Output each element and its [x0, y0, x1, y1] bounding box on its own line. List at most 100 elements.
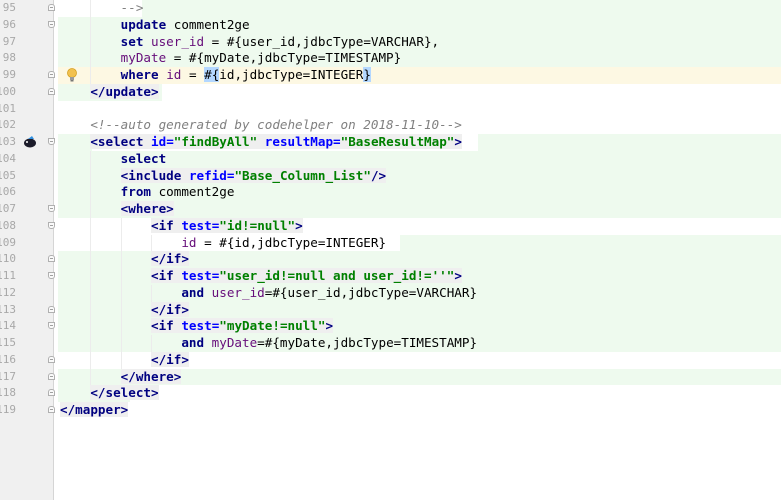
code-text: --> [60, 0, 144, 17]
code-token: } [363, 67, 371, 82]
code-token: id [181, 234, 197, 250]
line-number: 110 [0, 252, 16, 266]
code-token: > [454, 134, 462, 149]
code-text: <!--auto generated by codehelper on 2018… [60, 117, 462, 134]
code-line[interactable]: 103 <select id="findByAll" resultMap="Ba… [0, 134, 781, 151]
line-number: 117 [0, 369, 16, 383]
line-number: 105 [0, 168, 16, 182]
code-token: > [295, 217, 303, 233]
fold-marker-icon[interactable] [48, 20, 55, 28]
fold-marker-icon[interactable] [48, 372, 55, 380]
code-text: and user_id=#{user_id,jdbcType=VARCHAR} [60, 285, 477, 302]
code-text: </update> [60, 83, 159, 101]
code-line[interactable]: 96 update comment2ge [0, 16, 781, 34]
code-token: <if [151, 217, 174, 233]
code-line[interactable]: 107 <where> [0, 201, 781, 218]
fold-marker-icon[interactable] [48, 355, 55, 363]
code-token: comment2ge [166, 16, 250, 32]
code-token: comment2ge [151, 184, 235, 200]
code-token: <!--auto generated by codehelper on 2018… [90, 117, 462, 133]
fold-marker-icon[interactable] [48, 4, 55, 11]
code-line[interactable]: 106 from comment2ge [0, 184, 781, 201]
code-token: from [120, 184, 152, 200]
code-token: = #{id,jdbcType=INTEGER} [196, 234, 387, 250]
line-number: 119 [0, 403, 16, 416]
code-line[interactable]: 108 <if test="id!=null"> [0, 217, 781, 235]
fold-marker-icon[interactable] [48, 322, 55, 330]
fold-marker-icon[interactable] [48, 389, 55, 397]
fold-marker-icon[interactable] [48, 305, 55, 313]
line-number: 106 [0, 185, 16, 199]
changed-line-highlight [58, 150, 781, 168]
code-line[interactable]: 101 [0, 101, 781, 118]
code-line[interactable]: 118 </select> [0, 385, 781, 402]
code-line[interactable]: 104 select [0, 150, 781, 168]
code-line[interactable]: 109 id = #{id,jdbcType=INTEGER} [0, 234, 781, 252]
code-token: <select [90, 134, 144, 149]
code-line[interactable]: 115 and myDate=#{myDate,jdbcType=TIMESTA… [0, 335, 781, 352]
code-line[interactable]: 114 <if test="myDate!=null"> [0, 318, 781, 335]
code-line[interactable]: 99 where id = #{id,jdbcType=INTEGER} [0, 67, 781, 84]
code-line[interactable]: 110 </if> [0, 251, 781, 268]
code-token: </if> [151, 351, 189, 367]
changed-line-highlight [142, 0, 781, 17]
code-token: set [120, 33, 144, 49]
code-line[interactable]: 102 <!--auto generated by codehelper on … [0, 117, 781, 134]
code-line[interactable]: 117 </where> [0, 368, 781, 386]
code-token: select [120, 150, 167, 166]
fold-marker-icon[interactable] [48, 406, 55, 413]
line-number: 97 [2, 34, 16, 48]
code-line[interactable]: 98 myDate = #{myDate,jdbcType=TIMESTAMP} [0, 50, 781, 67]
code-text: <where> [60, 201, 174, 218]
code-line[interactable]: 113 </if> [0, 301, 781, 319]
code-line[interactable]: 116 </if> [0, 351, 781, 369]
line-number: 108 [0, 218, 16, 232]
fold-marker-icon[interactable] [48, 221, 55, 229]
fold-marker-icon[interactable] [48, 272, 55, 279]
code-token: test [181, 268, 212, 283]
code-line[interactable]: 95 --> [0, 0, 781, 17]
fold-marker-icon[interactable] [48, 71, 55, 78]
fold-marker-icon[interactable] [48, 255, 55, 263]
code-token: --> [120, 0, 144, 15]
line-number: 100 [0, 84, 16, 98]
code-token: = #{myDate,jdbcType=TIMESTAMP} [166, 50, 402, 66]
line-number: 103 [0, 135, 16, 148]
code-line[interactable]: 105 <include refid="Base_Column_List"/> [0, 167, 781, 185]
fold-marker-icon[interactable] [48, 205, 55, 212]
code-text: </if> [60, 301, 189, 319]
fold-marker-icon[interactable] [48, 138, 55, 145]
code-token: "user_id!=null and user_id!=''" [219, 268, 455, 283]
code-token: "myDate!=null" [219, 318, 326, 334]
code-token: /> [370, 167, 387, 183]
mybatis-mapper-navigation-icon[interactable] [23, 136, 37, 148]
line-number: 109 [0, 235, 16, 249]
code-line[interactable]: 112 and user_id=#{user_id,jdbcType=VARCH… [0, 284, 781, 302]
code-line[interactable]: 97 set user_id = #{user_id,jdbcType=VARC… [0, 33, 781, 51]
code-text: </mapper> [60, 402, 129, 419]
code-text: from comment2ge [60, 184, 235, 201]
code-token: where [120, 67, 159, 82]
code-token: "id!=null" [219, 217, 296, 233]
code-line[interactable]: 111 <if test="user_id!=null and user_id!… [0, 268, 781, 285]
code-text: myDate = #{myDate,jdbcType=TIMESTAMP} [60, 50, 402, 67]
code-token: =#{myDate,jdbcType=TIMESTAMP} [257, 335, 478, 350]
code-token: id [166, 67, 182, 82]
code-token: "findByAll" [173, 134, 258, 149]
code-text: and myDate=#{myDate,jdbcType=TIMESTAMP} [60, 335, 477, 352]
code-line[interactable]: 119 </mapper> [0, 402, 781, 419]
code-line[interactable]: 100 </update> [0, 83, 781, 101]
code-token: <where> [120, 201, 174, 216]
fold-marker-icon[interactable] [48, 87, 55, 95]
